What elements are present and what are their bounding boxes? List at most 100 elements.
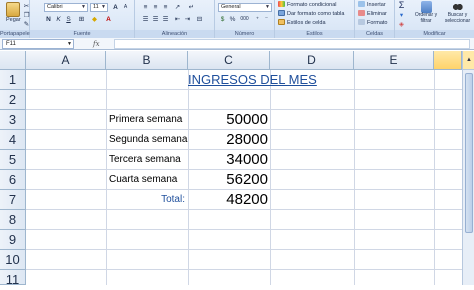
week-value[interactable]: 56200 [188, 170, 268, 190]
font-name-select[interactable]: Calibri ▼ [44, 3, 88, 12]
thousands-button[interactable]: 000 [238, 15, 251, 24]
gridline [26, 229, 462, 230]
conditional-format-icon [278, 1, 285, 7]
number-group-label: Número [215, 30, 274, 38]
borders-icon[interactable]: ⊞ [77, 15, 86, 24]
week-label[interactable]: Cuarta semana [109, 170, 177, 190]
format-icon [358, 19, 365, 25]
gridline [26, 249, 462, 250]
wrap-text-icon[interactable]: ↵ [187, 3, 196, 12]
delete-icon [358, 10, 365, 16]
row-header-10[interactable]: 10 [0, 250, 26, 270]
insert-button[interactable]: Insertar [358, 1, 386, 9]
row-header-5[interactable]: 5 [0, 150, 26, 170]
find-select-button[interactable]: Buscar y seleccionar [442, 1, 473, 24]
grow-font-button[interactable]: A [111, 3, 120, 12]
row-header-1[interactable]: 1 [0, 70, 26, 90]
week-label[interactable]: Segunda semana [109, 130, 187, 150]
align-center-icon[interactable]: ☰ [151, 15, 160, 24]
styles-group: Formato condicional Dar formato como tab… [275, 0, 355, 38]
week-label[interactable]: Primera semana [109, 110, 182, 130]
number-format-select[interactable]: General ▼ [218, 3, 272, 12]
format-button[interactable]: Formato [358, 19, 387, 27]
font-group-label: Fuente [30, 30, 134, 38]
row-header-3[interactable]: 3 [0, 110, 26, 130]
row-header-8[interactable]: 8 [0, 210, 26, 230]
align-top-icon[interactable]: ≡ [141, 3, 150, 12]
decrease-decimal-icon[interactable]: ⁻ [262, 15, 271, 24]
format-as-table-button[interactable]: Dar formato como tabla [278, 10, 344, 18]
fill-color-icon[interactable]: ◆ [90, 15, 99, 24]
column-header-e[interactable]: E [354, 51, 434, 70]
row-header-4[interactable]: 4 [0, 130, 26, 150]
column-header-a[interactable]: A [26, 51, 106, 70]
paste-icon [6, 2, 21, 17]
alignment-group: ≡ ≡ ≡ ↗ ↵ ☰ ☰ ☰ ⇤ ⇥ ⊟ Alineación [135, 0, 215, 38]
gridline [270, 70, 271, 285]
insert-function-button[interactable]: fx [93, 39, 100, 49]
align-middle-icon[interactable]: ≡ [151, 3, 160, 12]
clear-icon[interactable]: ◈ [397, 20, 406, 29]
gridline [434, 70, 435, 285]
scrollbar-thumb[interactable] [465, 73, 473, 233]
paste-button[interactable]: Pegar [6, 2, 21, 23]
italic-button[interactable]: K [54, 15, 63, 24]
fill-icon[interactable]: ▾ [397, 11, 406, 20]
decrease-indent-icon[interactable]: ⇤ [173, 15, 182, 24]
column-header-c[interactable]: C [188, 51, 270, 70]
ribbon: Pegar ✂ ❐ ✎ Portapapeles Calibri ▼ 11 ▼ A … [0, 0, 474, 38]
underline-button[interactable]: S [64, 15, 73, 24]
formula-input[interactable] [114, 39, 470, 49]
align-left-icon[interactable]: ☰ [141, 15, 150, 24]
column-header-d[interactable]: D [270, 51, 354, 70]
week-value[interactable]: 34000 [188, 150, 268, 170]
column-header-b[interactable]: B [106, 51, 188, 70]
clipboard-group-label: Portapapeles [0, 30, 33, 38]
conditional-format-button[interactable]: Formato condicional [278, 1, 337, 9]
gridline [26, 269, 462, 270]
font-size-select[interactable]: 11 ▼ [90, 3, 108, 12]
delete-button[interactable]: Eliminar [358, 10, 387, 18]
orientation-icon[interactable]: ↗ [173, 3, 182, 12]
autosum-button[interactable]: Σ [397, 1, 406, 10]
cell-styles-icon [278, 19, 285, 25]
insert-icon [358, 1, 365, 7]
row-header-6[interactable]: 6 [0, 170, 26, 190]
week-value[interactable]: 50000 [188, 110, 268, 130]
table-icon [278, 10, 285, 16]
increase-indent-icon[interactable]: ⇥ [183, 15, 192, 24]
cells-group-label: Celdas [355, 30, 394, 38]
currency-icon[interactable]: $ [218, 15, 227, 24]
sort-filter-button[interactable]: Ordenar y filtrar [411, 1, 441, 24]
row-header-2[interactable]: 2 [0, 90, 26, 110]
shrink-font-button[interactable]: A [121, 3, 130, 12]
row-header-7[interactable]: 7 [0, 190, 26, 210]
formula-bar: F11 ▼ fx [0, 38, 474, 50]
total-label[interactable]: Total: [106, 190, 187, 210]
editing-group-label: Modificar [395, 30, 474, 38]
select-all-button[interactable] [0, 51, 26, 70]
align-bottom-icon[interactable]: ≡ [161, 3, 170, 12]
align-right-icon[interactable]: ☰ [161, 15, 170, 24]
bold-button[interactable]: N [44, 15, 53, 24]
gridline [106, 70, 107, 285]
total-value[interactable]: 48200 [188, 190, 268, 210]
percent-button[interactable]: % [228, 15, 237, 24]
row-header-9[interactable]: 9 [0, 230, 26, 250]
week-label[interactable]: Tercera semana [109, 150, 181, 170]
row-header-11[interactable]: 11 [0, 270, 26, 287]
chevron-up-icon[interactable]: ▲ [463, 51, 474, 70]
font-group: Calibri ▼ 11 ▼ A A N K S ⊞ ◆ A Fuente [30, 0, 135, 38]
chevron-down-icon: ▼ [265, 4, 270, 10]
name-box[interactable]: F11 ▼ [2, 39, 74, 49]
sheet-title[interactable]: INGRESOS DEL MES [188, 70, 317, 90]
increase-decimal-icon[interactable]: ⁺ [253, 15, 262, 24]
number-group: General ▼ $ % 000 ⁺ ⁻ Número [215, 0, 275, 38]
vertical-scrollbar[interactable]: ▲ [462, 51, 474, 285]
week-value[interactable]: 28000 [188, 130, 268, 150]
worksheet-grid[interactable]: A B C D E 1 2 3 4 5 6 7 8 9 10 11 INGRES… [0, 51, 474, 287]
column-header-f[interactable] [434, 51, 462, 70]
font-color-icon[interactable]: A [104, 15, 113, 24]
merge-center-icon[interactable]: ⊟ [195, 15, 204, 24]
cell-styles-button[interactable]: Estilos de celda [278, 19, 326, 27]
